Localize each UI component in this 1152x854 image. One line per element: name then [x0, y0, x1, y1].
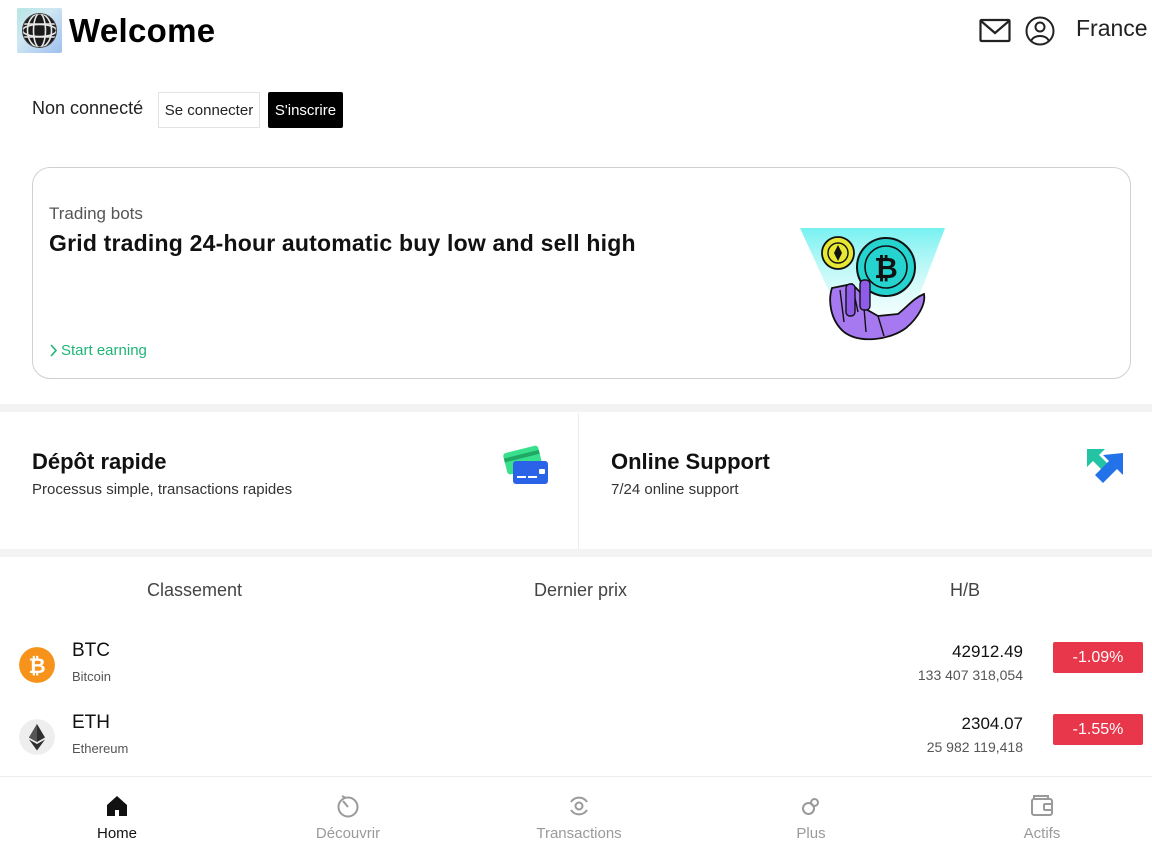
card-title: Online Support	[611, 449, 770, 474]
credit-cards-icon	[503, 445, 548, 484]
transactions-icon	[570, 796, 588, 816]
card-description: Processus simple, transactions rapides	[32, 481, 293, 498]
svg-text:₿: ₿	[874, 251, 898, 285]
globe-logo-icon[interactable]	[17, 8, 62, 53]
coin-volume: 133 407 318,054	[917, 667, 1023, 683]
coin-price: 2304.07	[961, 714, 1023, 733]
nav-label: Plus	[796, 825, 826, 842]
nav-item-transactions[interactable]: Transactions	[499, 777, 659, 854]
signup-button[interactable]: S'inscrire	[268, 92, 343, 128]
bottom-navigation: Home Découvrir Transactions Plus Actifs	[0, 776, 1152, 854]
section-divider	[0, 404, 1152, 412]
more-icon	[802, 798, 819, 815]
online-support-card[interactable]: Online Support 7/24 online support	[580, 413, 1152, 549]
coin-symbol: ETH	[72, 712, 110, 733]
coin-volume: 25 982 119,418	[926, 739, 1023, 755]
login-button[interactable]: Se connecter	[158, 92, 260, 128]
user-circle-icon[interactable]	[1025, 16, 1055, 46]
column-header-high-low[interactable]: H/B	[950, 580, 980, 601]
card-description: 7/24 online support	[611, 481, 739, 498]
column-header-last-price[interactable]: Dernier prix	[534, 580, 627, 601]
card-title: Dépôt rapide	[32, 449, 167, 474]
nav-item-discover[interactable]: Découvrir	[268, 777, 428, 854]
market-row-eth[interactable]: ETH Ethereum 2304.07 25 982 119,418 -1.5…	[0, 704, 1152, 770]
banner-subtitle: Trading bots	[49, 204, 143, 223]
coin-price: 42912.49	[952, 642, 1023, 661]
start-earning-link[interactable]: Start earning	[49, 342, 147, 359]
mail-icon[interactable]	[979, 18, 1011, 44]
column-header-rank[interactable]: Classement	[147, 580, 242, 601]
robot-hand-coins-icon: ₿	[800, 228, 945, 341]
nav-label: Actifs	[1023, 825, 1061, 842]
change-badge[interactable]: -1.55%	[1053, 714, 1143, 745]
svg-text:₿: ₿	[28, 654, 45, 678]
page-title: Welcome	[69, 12, 216, 49]
nav-label: Transactions	[536, 825, 622, 842]
nav-item-more[interactable]: Plus	[731, 777, 891, 854]
ethereum-icon	[19, 719, 55, 755]
country-selector[interactable]: France	[1076, 15, 1148, 42]
nav-label: Home	[96, 825, 137, 842]
section-divider	[0, 549, 1152, 557]
app-header: Welcome France	[0, 0, 1152, 64]
bitcoin-icon: ₿	[19, 647, 55, 683]
start-earning-label: Start earning	[61, 342, 147, 359]
chevron-right-icon	[50, 344, 58, 357]
home-icon	[107, 796, 127, 816]
change-badge[interactable]: -1.09%	[1053, 642, 1143, 673]
nav-item-assets[interactable]: Actifs	[962, 777, 1122, 854]
market-row-btc[interactable]: ₿ BTC Bitcoin 42912.49 133 407 318,054 -…	[0, 632, 1152, 698]
quick-deposit-card[interactable]: Dépôt rapide Processus simple, transacti…	[0, 413, 579, 549]
coin-symbol: BTC	[72, 640, 110, 661]
banner-title: Grid trading 24-hour automatic buy low a…	[49, 230, 636, 256]
nav-item-home[interactable]: Home	[37, 777, 197, 854]
nav-label: Découvrir	[315, 825, 381, 842]
discover-icon	[337, 795, 359, 818]
wallet-icon	[1031, 795, 1053, 816]
trading-bots-banner[interactable]: Trading bots Grid trading 24-hour automa…	[32, 167, 1131, 379]
coin-name: Ethereum	[72, 741, 129, 756]
login-status-text: Non connecté	[32, 98, 144, 118]
coin-name: Bitcoin	[72, 669, 112, 684]
support-arrows-icon	[1087, 449, 1123, 483]
